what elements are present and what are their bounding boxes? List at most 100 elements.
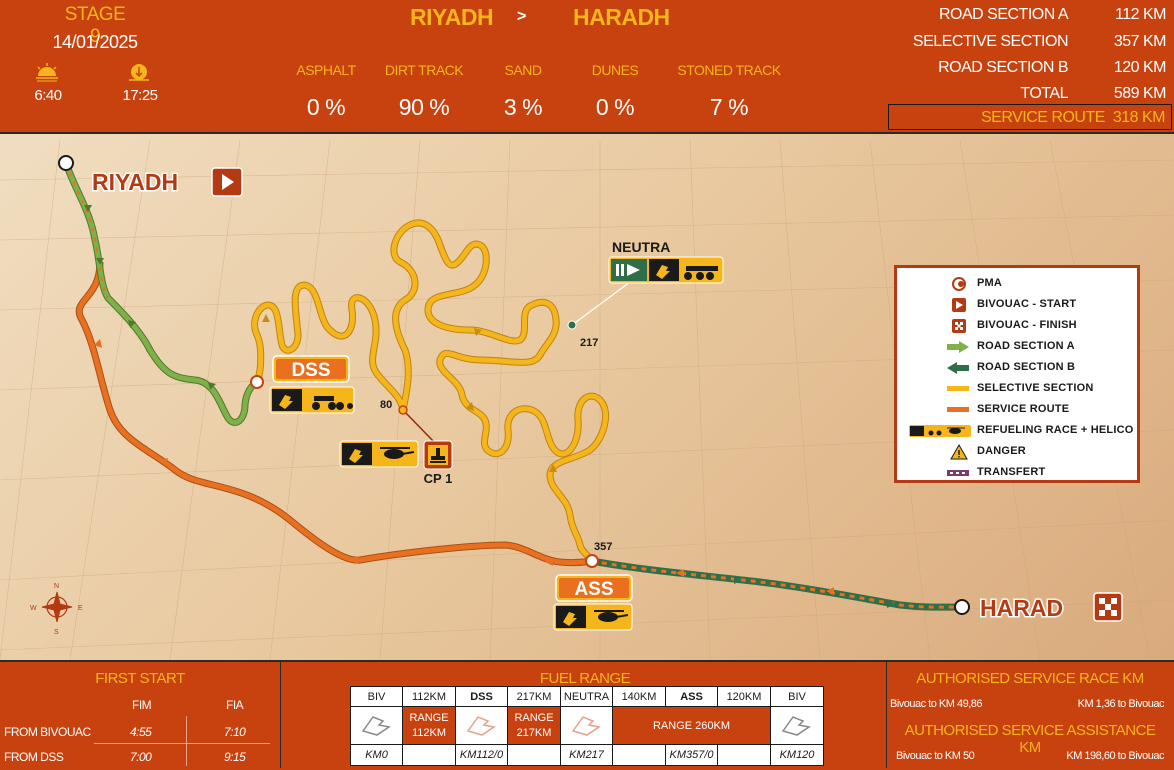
distance-value: 112 KM [1115,6,1166,23]
surface-label-stoned-track: STONED TRACK [677,62,781,78]
fuel-km-cell: KM120 [779,749,815,761]
distance-row: SELECTIVE SECTION 357 KM [888,29,1174,55]
distance-label: ROAD SECTION B [938,59,1068,76]
km-80-label: 80 [380,399,392,411]
selective-section-icon [947,386,969,391]
helicopter-icon [384,449,404,459]
fuel-km-cell: KM0 [351,745,403,765]
refueling-icon [909,425,971,437]
fuel-header: 112KM [403,687,456,707]
ass-label: ASS [574,579,613,600]
first-start-row-label: FROM DSS [4,750,64,764]
compass-e: E [78,605,83,612]
footer-divider [886,662,887,768]
surface-value-asphalt: 0 % [306,94,346,120]
fuel-range-table: BIV 112KM DSS 217KM NEUTRA 140KM ASS 120… [350,686,824,766]
first-start-col-fia: FIA [226,698,244,712]
surface-value-dirt-track: 90 % [398,94,450,120]
legend-item: TRANSFERT [897,463,1137,483]
fuel-km-empty [718,745,771,765]
distance-label: TOTAL [1020,85,1068,102]
compass-rose-icon [41,591,73,623]
surface-label-dunes: DUNES [591,62,639,78]
legend-item: SERVICE ROUTE [897,400,1137,420]
road-section-a-icon [947,341,969,353]
fuel-pump-icon [351,707,403,745]
distance-value: 589 KM [1113,85,1167,102]
start-bivouac-marker [58,155,74,171]
authorised-assist-from: Bivouac to KM 50 [896,750,975,762]
bivouac-start-icon [952,298,966,312]
fuel-pump-icon [771,707,823,745]
fuel-pump-icon [456,707,508,745]
legend-label: REFUELING RACE + HELICO [977,424,1134,436]
direction-arrows [94,339,834,595]
neutra-connector [571,281,631,326]
footer-divider [280,662,281,768]
start-city-label: RIYADH [92,169,178,195]
helicopter-icon [598,612,618,622]
cp1-stamp-icon [423,440,453,470]
km-217-label: 217 [580,337,598,349]
surface-label-dirt-track: DIRT TRACK [384,62,464,78]
route-separator: > [517,8,526,25]
stage-date: 14/01/2025 [52,32,138,52]
route-from: RIYADH [410,4,494,30]
route-to: HARADH [573,4,670,30]
finish-bivouac-marker [954,599,970,615]
km-357-label: 357 [594,541,612,553]
fuel-km-empty [508,745,561,765]
surface-value-stoned-track: 7 % [709,94,749,120]
legend-label: BIVOUAC - START [977,298,1077,310]
compass-w: W [30,605,37,612]
neutra-marker [567,320,577,330]
first-start-row-label: FROM BIVOUAC [4,725,91,739]
legend-item: SELECTIVE SECTION [897,379,1137,399]
road-section-b-line [591,557,963,611]
dss-marker [250,375,264,389]
legend-item: ROAD SECTION A [897,337,1137,357]
cp1-label: CP 1 [424,471,453,486]
route-map: RIYADH HARAD DSS ASS CP 1 NEUTRA 80 217 … [0,134,1174,660]
sunset-icon [129,64,149,81]
fuel-km-cell: KM217 [561,745,613,765]
motorbike-icon [312,402,320,410]
authorised-assist-to: KM 198,60 to Bivouac [1066,750,1164,762]
danger-icon [950,444,968,460]
bivouac-finish-icon [1093,592,1123,622]
compass-s: S [54,629,59,636]
fuel-km-empty [403,745,456,765]
legend-item: ROAD SECTION B [897,358,1137,378]
service-route-value: 318 KM [1112,109,1166,126]
fuel-km-empty [613,745,666,765]
dss-label: DSS [291,360,330,381]
neutra-label: NEUTRA [612,239,670,255]
motorbike-icon [684,272,692,280]
distance-row: ROAD SECTION A 112 KM [888,2,1174,28]
fuel-header: BIV [351,687,403,707]
fuel-range-cell: RANGE 260KM [613,707,771,745]
authorised-race-to: KM 1,36 to Bivouac [1077,698,1165,710]
legend-label: SELECTIVE SECTION [977,382,1094,394]
transfert-icon [947,470,969,476]
distance-value: 120 KM [1113,59,1167,76]
legend-label: ROAD SECTION A [977,340,1075,352]
fuel-range-cell: RANGE 217KM [508,707,561,745]
legend-label: DANGER [977,445,1026,457]
legend-label: ROAD SECTION B [977,361,1076,373]
fuel-header: 217KM [508,687,561,707]
sunset-time: 17:25 [122,87,158,104]
fuel-header: BIV [771,687,823,707]
distance-value: 357 KM [1113,33,1167,50]
first-start-fia-value: 9:15 [224,750,246,764]
legend-item: DANGER [897,442,1137,462]
first-start-col-divider [186,716,187,766]
distance-row: ROAD SECTION B 120 KM [888,55,1174,81]
surface-label-asphalt: ASPHALT [296,62,356,78]
cp1-marker [398,405,408,415]
map-legend: PMA BIVOUAC - START BIVOUAC - FINISH ROA… [894,265,1140,483]
distance-label: ROAD SECTION A [938,6,1069,23]
stage-map-page: { "header": { "stage": "STAGE 9", "date"… [0,0,1174,770]
legend-item: BIVOUAC - FINISH [897,316,1137,336]
fuel-km-cell: KM357/0 [666,745,718,765]
